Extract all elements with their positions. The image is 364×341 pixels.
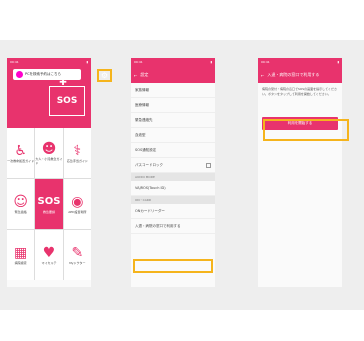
tile-karte[interactable]: ♥ マイカルテ: [35, 230, 63, 280]
status-bar: 09:41 ▮: [7, 58, 91, 67]
status-bar: 09:41 ▮: [131, 58, 215, 67]
tile-label: 応急手当ガイド: [66, 159, 88, 163]
home-header: 09:41 ▮ PCを検索予約はこちら ✚ SOS: [7, 58, 91, 128]
tile-sos[interactable]: SOS 救急要請: [35, 179, 63, 229]
building-icon: ▦: [14, 245, 28, 261]
menu-grid: ♿ 一次救命処置ガイド ☻ 大人・小児救急ガイド ⚕ 応急手当ガイド ☺ 緊急連絡 SO…: [7, 128, 91, 280]
status-time: 09:41: [10, 60, 19, 64]
doctor-icon: ⚕: [73, 143, 82, 159]
hospital-appbar: ← 入退・病院の窓口で利用する: [258, 67, 342, 83]
tile-hospital[interactable]: ▦ 病院検索: [7, 230, 35, 280]
tile-label: 緊急連絡: [14, 210, 27, 214]
first-aid-icon: ♿: [14, 143, 27, 159]
tile-label: 病院検索: [14, 261, 27, 265]
settings-row[interactable]: 医療情報: [131, 98, 215, 113]
settings-gear-icon[interactable]: ⚙: [97, 69, 112, 82]
tile-label: 救急要請: [42, 210, 55, 214]
sos-logo-text: SOS: [56, 96, 78, 106]
tile-doctor-my[interactable]: ✎ Myドクター: [63, 230, 91, 280]
settings-title: 設定: [140, 72, 149, 77]
battery-icon: ▮: [210, 60, 212, 64]
ticket-icon: ✎: [71, 245, 84, 261]
section-header: ON・CARD: [131, 196, 215, 204]
phone-hospital-use-screen: 09:41 ▮ ← 入退・病院の窓口で利用する 病院の受付・病院の窓口でSOSの画面…: [258, 58, 342, 287]
section-header: AUDIO MODE: [131, 173, 215, 181]
card-icon: ♥: [42, 245, 56, 261]
tile-contact[interactable]: ☺ 緊急連絡: [7, 179, 35, 229]
phone-home-screen: 09:41 ▮ PCを検索予約はこちら ✚ SOS ♿ 一次救命処置ガイド ☻ 大人・小…: [7, 58, 91, 287]
phone-settings-screen: 09:41 ▮ ← 設定 家族情報 医療情報 緊急連絡先 血液型 SOS通知設定 パ…: [131, 58, 215, 287]
tile-label: Myドクター: [69, 261, 86, 265]
patient-icon: ☻: [41, 141, 57, 157]
app-logo-icon: [16, 71, 23, 78]
group-icon: ☺: [13, 194, 28, 210]
settings-row-card-reader[interactable]: ONカードリーダー: [131, 204, 215, 219]
hospital-title: 入退・病院の窓口で利用する: [267, 72, 320, 77]
passcode-checkbox[interactable]: [206, 162, 211, 168]
sos-icon: SOS: [37, 196, 61, 207]
settings-row[interactable]: SOS通知設定: [131, 143, 215, 158]
settings-row-audio[interactable]: VAJROS(Touch ID): [131, 181, 215, 196]
battery-icon: ▮: [86, 60, 88, 64]
highlight-frame: [133, 259, 213, 273]
tile-patient[interactable]: ☻ 大人・小児救急ガイド: [35, 128, 63, 178]
cross-icon: ✚: [59, 78, 67, 88]
pc-search-banner[interactable]: PCを検索予約はこちら: [13, 69, 81, 80]
map-pin-icon: ◉: [71, 194, 84, 210]
tile-aed[interactable]: ◉ AED設置場所: [63, 179, 91, 229]
back-arrow-icon[interactable]: ←: [134, 73, 137, 78]
settings-row-hospital-use[interactable]: 入退・病院の窓口で利用する: [131, 219, 215, 234]
tile-label: AED設置場所: [68, 210, 87, 214]
tile-doctor[interactable]: ⚕ 応急手当ガイド: [63, 128, 91, 178]
settings-row-passcode[interactable]: パスコードロック: [131, 158, 215, 173]
back-arrow-icon[interactable]: ←: [261, 73, 264, 78]
tile-label: 大人・小児救急ガイド: [35, 157, 63, 165]
sos-logo: ✚ SOS: [49, 78, 85, 116]
settings-row[interactable]: 血液型: [131, 128, 215, 143]
hospital-description: 病院の受付・病院の窓口でSOSの画面を提示してください。ボタンをタップして利用を…: [262, 87, 337, 96]
highlight-frame: [263, 119, 349, 141]
battery-icon: ▮: [337, 60, 339, 64]
tile-label: 一次救命処置ガイド: [7, 159, 35, 163]
status-bar: 09:41 ▮: [258, 58, 342, 67]
tile-label: マイカルテ: [41, 261, 57, 265]
settings-appbar: ← 設定: [131, 67, 215, 83]
tile-first-aid[interactable]: ♿ 一次救命処置ガイド: [7, 128, 35, 178]
settings-row[interactable]: 緊急連絡先: [131, 113, 215, 128]
settings-row[interactable]: 家族情報: [131, 83, 215, 98]
banner-text: PCを検索予約はこちら: [25, 72, 62, 76]
settings-list: 家族情報 医療情報 緊急連絡先 血液型 SOS通知設定 パスコードロック AUD…: [131, 83, 215, 234]
